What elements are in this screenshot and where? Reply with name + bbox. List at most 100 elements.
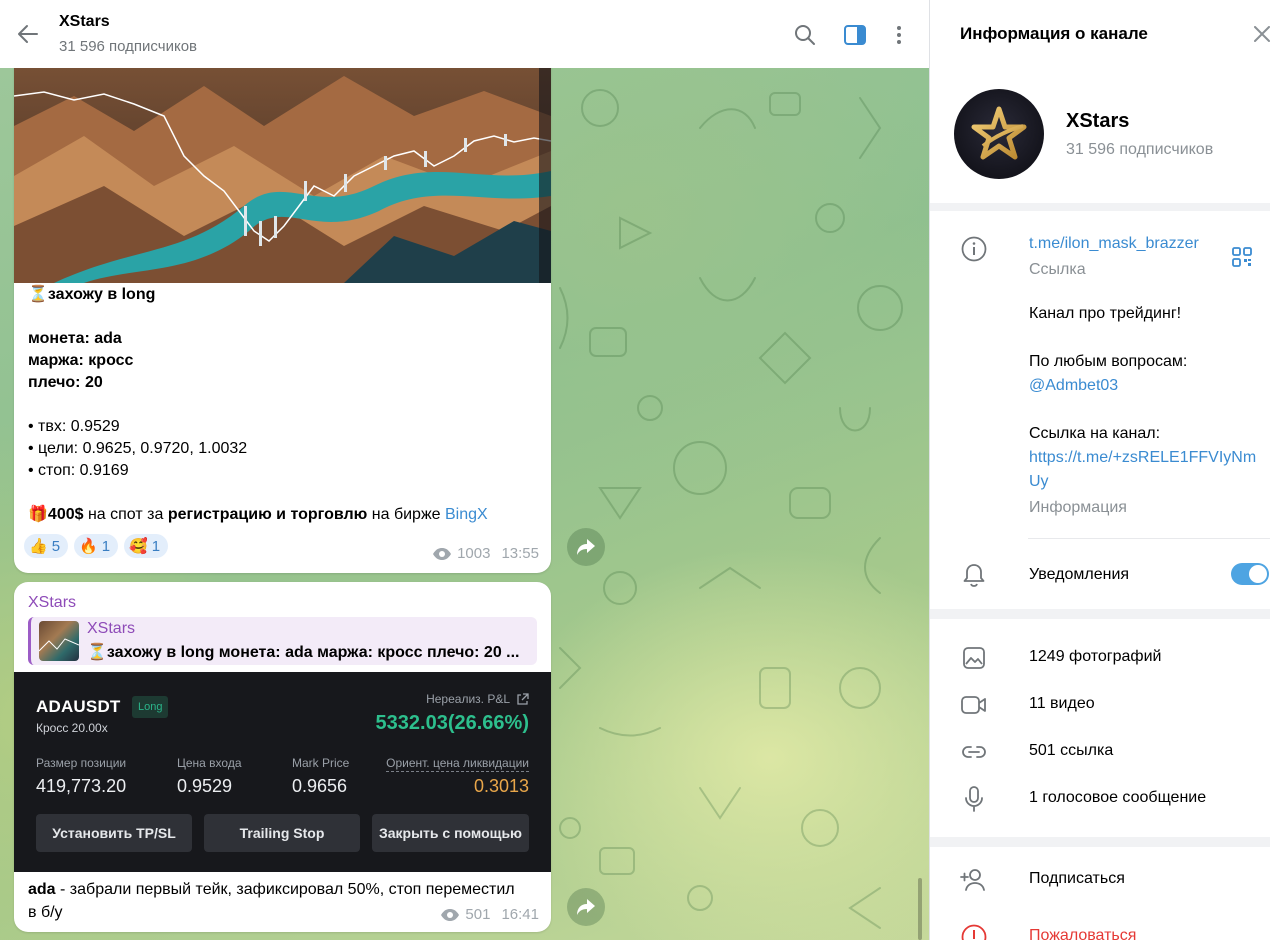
message-meta: 1003 13:55 (432, 545, 539, 562)
chat-background: ⏳захожу в long монета: ada маржа: кросс … (0, 68, 929, 940)
channel-name: XStars (1066, 110, 1130, 132)
pnl-label: Нереализ. P&L (426, 692, 529, 706)
message-meta: 501 16:41 (440, 906, 539, 923)
mark-price-label: Mark Price (292, 756, 350, 770)
message-author[interactable]: XStars (28, 594, 76, 612)
qr-code-icon (1232, 247, 1252, 267)
notifications-toggle[interactable] (1231, 563, 1269, 585)
message-line: плечо: 20 (28, 374, 103, 391)
trailing-stop-button: Trailing Stop (204, 814, 360, 852)
size-value: 419,773.20 (36, 776, 127, 796)
bell-icon (960, 561, 988, 589)
channel-info-panel: Информация о канале XStars 31 596 подпис… (929, 0, 1270, 940)
thumbs-up-icon: 👍 (29, 538, 48, 555)
eye-icon (441, 908, 460, 921)
message-time: 16:41 (501, 906, 539, 923)
eye-icon (433, 547, 452, 560)
reaction-love[interactable]: 🥰 1 (124, 534, 169, 558)
reaction-fire[interactable]: 🔥 1 (74, 534, 119, 558)
hourglass-icon: ⏳ (28, 286, 48, 303)
message-line: монета: ada (28, 330, 122, 347)
chat-panel: XStars 31 596 подписчиков ⏳захожу в long… (0, 0, 929, 940)
channel-subscribers: 31 596 подписчиков (1066, 141, 1214, 158)
media-label: 1249 фотографий (1029, 648, 1162, 665)
chat-scrollbar[interactable] (918, 878, 922, 940)
invite-link[interactable]: Uy (1029, 470, 1049, 494)
report-icon (960, 923, 988, 940)
info-header: Информация о канале (930, 0, 1270, 68)
chat-title[interactable]: XStars (59, 13, 110, 31)
share-button[interactable] (567, 528, 605, 566)
reaction-count: 1 (151, 537, 161, 555)
promo-highlight: регистрацию и торговлю (167, 506, 368, 523)
channel-avatar[interactable] (954, 89, 1044, 179)
channel-link[interactable]: t.me/ilon_mask_brazzer (1029, 232, 1199, 256)
invite-link[interactable]: https://t.me/+zsRELE1FFVIyNm (1029, 446, 1256, 470)
channel-description-line: По любым вопросам: (1029, 353, 1188, 370)
media-label: 501 ссылка (1029, 742, 1114, 759)
size-label: Размер позиции (36, 756, 127, 770)
reaction-count: 5 (51, 537, 61, 555)
more-vertical-icon (897, 26, 901, 44)
message-line: • твх: 0.9529 (28, 418, 120, 435)
position-side-badge: Long (132, 696, 169, 718)
forward-icon (577, 899, 595, 915)
trading-chart-image[interactable] (14, 68, 551, 283)
channel-description-line: Канал про трейдинг! (1029, 305, 1182, 322)
info-icon (960, 235, 988, 263)
reaction-thumbs-up[interactable]: 👍 5 (24, 534, 69, 558)
gift-icon: 🎁 (28, 506, 48, 523)
qr-code-button[interactable] (1230, 245, 1254, 269)
chat-header: XStars 31 596 подписчиков (0, 0, 929, 68)
position-symbol: ADAUSDT (36, 697, 121, 716)
media-row-videos[interactable]: 11 видео (930, 681, 1270, 728)
info-title: Информация о канале (960, 24, 1148, 43)
message-time: 13:55 (501, 545, 539, 562)
view-count: 501 (465, 906, 491, 923)
entry-price-label: Цена входа (177, 756, 242, 770)
report-button[interactable]: Пожаловаться (930, 913, 1270, 940)
bingx-link[interactable]: BingX (445, 506, 488, 523)
notifications-label: Уведомления (1029, 566, 1130, 583)
set-tpsl-button: Установить TP/SL (36, 814, 192, 852)
position-screenshot[interactable]: ADAUSDT Long Кросс 20.00x Нереализ. P&L … (14, 672, 551, 872)
search-button[interactable] (792, 22, 818, 48)
media-row-links[interactable]: 501 ссылка (930, 728, 1270, 775)
media-label: 1 голосовое сообщение (1029, 789, 1207, 806)
channel-link-label: Ссылка (1029, 261, 1086, 278)
shared-media-section: 1249 фотографий 11 видео 501 ссылка 1 го… (930, 619, 1270, 837)
back-button[interactable] (14, 20, 42, 48)
link-icon (960, 738, 988, 766)
toggle-sidebar-button[interactable] (842, 22, 868, 48)
reply-thumbnail (39, 621, 79, 661)
promo-amount: 400$ (47, 506, 84, 523)
share-button[interactable] (567, 888, 605, 926)
position-margin: Кросс 20.00x (36, 721, 108, 735)
message-line: • цели: 0.9625, 0.9720, 1.0032 (28, 440, 248, 457)
chart-photo-art (14, 68, 551, 283)
more-menu-button[interactable] (886, 22, 912, 48)
channel-actions-section: Подписаться Пожаловаться (930, 847, 1270, 940)
promo-text: на спот за (83, 506, 168, 523)
close-icon (1254, 26, 1270, 42)
media-row-photos[interactable]: 1249 фотографий (930, 634, 1270, 681)
view-count: 1003 (457, 545, 491, 562)
star-logo-icon (971, 106, 1027, 160)
pnl-value: 5332.03(26.66%) (375, 712, 529, 734)
channel-about-section: t.me/ilon_mask_brazzer Ссылка Канал про … (930, 211, 1270, 609)
channel-profile: XStars 31 596 подписчиков (930, 68, 1270, 203)
media-row-voice[interactable]: 1 голосовое сообщение (930, 775, 1270, 822)
forward-icon (577, 539, 595, 555)
divider (1028, 538, 1270, 539)
subscribe-button[interactable]: Подписаться (930, 856, 1270, 903)
message-line: • стоп: 0.9169 (28, 462, 129, 479)
message-bubble[interactable]: XStars XStars ⏳захожу в long монета: ada… (14, 582, 551, 932)
close-info-button[interactable] (1250, 22, 1270, 46)
add-user-icon (960, 866, 988, 894)
toggle-knob (1249, 565, 1267, 583)
reply-quote[interactable]: XStars ⏳захожу в long монета: ada маржа:… (28, 617, 537, 665)
message-text: ⏳захожу в long монета: ada маржа: кросс … (28, 284, 538, 526)
message-bubble[interactable]: ⏳захожу в long монета: ada маржа: кросс … (14, 68, 551, 573)
contact-mention-link[interactable]: @Admbet03 (1029, 374, 1118, 398)
close-position-button: Закрыть с помощью (372, 814, 529, 852)
